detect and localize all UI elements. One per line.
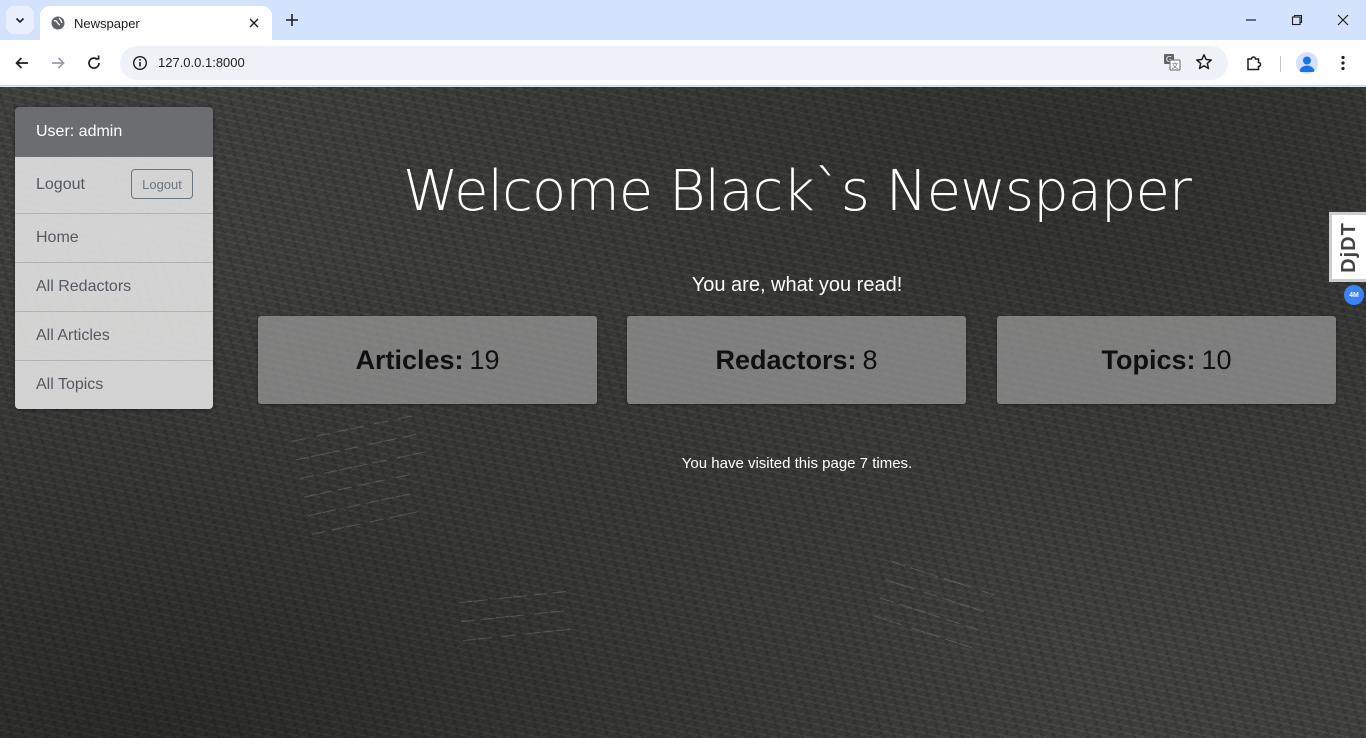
- translate-icon[interactable]: G文: [1160, 50, 1184, 74]
- close-tab-icon[interactable]: [244, 13, 264, 33]
- background-newspaper-texture: —— —— — — — ——— —— —— — ———: [457, 581, 572, 649]
- reload-icon[interactable]: [81, 50, 107, 76]
- page-subtitle: You are, what you read!: [691, 274, 903, 296]
- background-newspaper-texture: — — —— — — ——— — —— — — ——— — —— —— — ——…: [289, 405, 428, 543]
- tab-strip: Newspaper: [0, 0, 1366, 40]
- url-text: 127.0.0.1:8000: [158, 55, 245, 70]
- debug-toolbar-handle[interactable]: DjDT: [1329, 212, 1366, 282]
- background-newspaper-texture: — —— —— — —— — ——— — ——— — — —— —— ——: [871, 552, 999, 656]
- stat-card-topics: Topics: 10: [997, 316, 1336, 404]
- current-user-label: User: admin: [15, 107, 213, 157]
- site-info-icon[interactable]: [130, 53, 150, 73]
- profile-avatar-icon[interactable]: [1296, 52, 1318, 74]
- browser-toolbar: 127.0.0.1:8000 G文: [0, 40, 1366, 86]
- visit-counter-text: You have visited this page 7 times.: [681, 455, 913, 472]
- address-bar[interactable]: 127.0.0.1:8000: [120, 46, 1228, 80]
- stat-label: Topics:: [1101, 344, 1196, 375]
- debug-toolbar-badge[interactable]: 4M: [1344, 285, 1364, 305]
- svg-text:文: 文: [1172, 61, 1179, 70]
- globe-icon: [50, 15, 66, 31]
- stat-card-articles: Articles: 19: [258, 316, 597, 404]
- stat-label: Articles:: [355, 344, 464, 375]
- sidebar-item-all-articles[interactable]: All Articles: [15, 311, 213, 360]
- sidebar-item-label: All Topics: [36, 376, 104, 393]
- sidebar-item-all-redactors[interactable]: All Redactors: [15, 262, 213, 311]
- sidebar-item-label: All Redactors: [36, 278, 132, 295]
- bookmark-star-icon[interactable]: [1192, 50, 1216, 74]
- logout-button[interactable]: Logout: [131, 169, 193, 199]
- tab-title: Newspaper: [74, 15, 140, 31]
- sidebar-item-home[interactable]: Home: [15, 213, 213, 262]
- sidebar-item-label: Home: [36, 229, 79, 246]
- stat-value: 19: [469, 344, 500, 375]
- back-arrow-icon[interactable]: [9, 50, 35, 76]
- page-viewport: — — —— — — ——— — —— — — ——— — —— —— — ——…: [0, 87, 1366, 738]
- sidebar-item-all-topics[interactable]: All Topics: [15, 360, 213, 409]
- sidebar-item-label: All Articles: [36, 327, 110, 344]
- active-tab[interactable]: Newspaper: [40, 6, 272, 40]
- minimize-window-icon[interactable]: [1239, 8, 1263, 32]
- sidebar-item-logout: Logout Logout: [15, 157, 213, 213]
- toolbar-divider: [1280, 56, 1281, 72]
- extensions-puzzle-icon[interactable]: [1241, 50, 1267, 76]
- more-menu-icon[interactable]: [1330, 50, 1356, 76]
- stat-card-redactors: Redactors: 8: [627, 316, 966, 404]
- debug-toolbar-label: DjDT: [1337, 221, 1360, 273]
- new-tab-plus-icon[interactable]: [280, 8, 304, 32]
- stat-value: 10: [1201, 344, 1232, 375]
- chevron-down-icon: [15, 17, 25, 24]
- sidebar-nav: User: admin Logout Logout Home All Redac…: [15, 107, 213, 409]
- forward-arrow-icon[interactable]: [45, 50, 71, 76]
- sidebar-item-label: Logout: [36, 176, 85, 193]
- close-window-icon[interactable]: [1331, 8, 1355, 32]
- tab-search-button[interactable]: [6, 6, 34, 34]
- stat-value: 8: [862, 344, 878, 375]
- restore-window-icon[interactable]: [1285, 8, 1309, 32]
- stat-label: Redactors:: [715, 344, 857, 375]
- page-title: Welcome Black`s Newspaper: [403, 159, 1192, 224]
